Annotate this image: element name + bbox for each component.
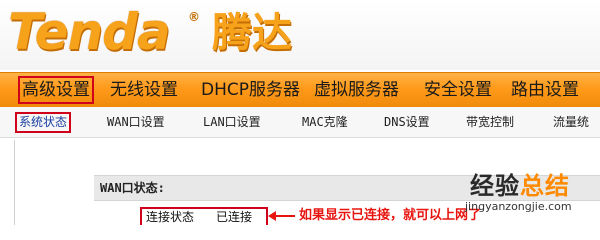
tenda-logo: Tenda <box>8 3 171 61</box>
sub-nav-wan-settings[interactable]: WAN口设置 <box>107 107 165 137</box>
arrow-left-icon <box>268 211 295 221</box>
main-nav-advanced-settings[interactable]: 高级设置 <box>18 76 94 104</box>
header: Tenda ® 腾达 <box>0 0 600 70</box>
watermark-url: jingyanzongjie.com <box>465 200 572 213</box>
sub-nav-traffic-stats[interactable]: 流量统 <box>553 107 589 137</box>
sub-nav-lan-settings[interactable]: LAN口设置 <box>203 107 261 137</box>
main-nav-virtual-server[interactable]: 虚拟服务器 <box>314 73 399 107</box>
sub-nav: 系统状态 WAN口设置 LAN口设置 MAC克隆 DNS设置 带宽控制 流量统 <box>0 107 600 138</box>
content-divider <box>14 140 15 225</box>
main-nav-wireless-settings[interactable]: 无线设置 <box>110 73 178 107</box>
registered-mark: ® <box>188 10 200 24</box>
main-nav: 高级设置 无线设置 DHCP服务器 虚拟服务器 安全设置 路由设置 <box>0 72 600 108</box>
connection-status-label: 连接状态 <box>146 210 195 224</box>
main-nav-security-settings[interactable]: 安全设置 <box>424 73 492 107</box>
sub-nav-bandwidth-control[interactable]: 带宽控制 <box>466 107 514 137</box>
tenda-logo-chinese: 腾达 <box>212 10 292 56</box>
sub-nav-system-status[interactable]: 系统状态 <box>15 112 72 133</box>
main-nav-routing-settings[interactable]: 路由设置 <box>511 73 579 107</box>
connection-status-value: 已连接 <box>216 210 253 224</box>
watermark-logo: 经验总结 <box>470 172 570 200</box>
main-nav-dhcp-server[interactable]: DHCP服务器 <box>201 73 300 107</box>
watermark-cn-part1: 经验 <box>470 172 520 200</box>
wan-status-title: WAN口状态: <box>100 181 165 195</box>
sub-nav-mac-clone[interactable]: MAC克隆 <box>302 107 348 137</box>
watermark-cn-part2: 总结 <box>520 172 570 200</box>
annotation-text: 如果显示已连接，就可以上网了 <box>299 208 482 223</box>
sub-nav-dns-settings[interactable]: DNS设置 <box>384 107 430 137</box>
